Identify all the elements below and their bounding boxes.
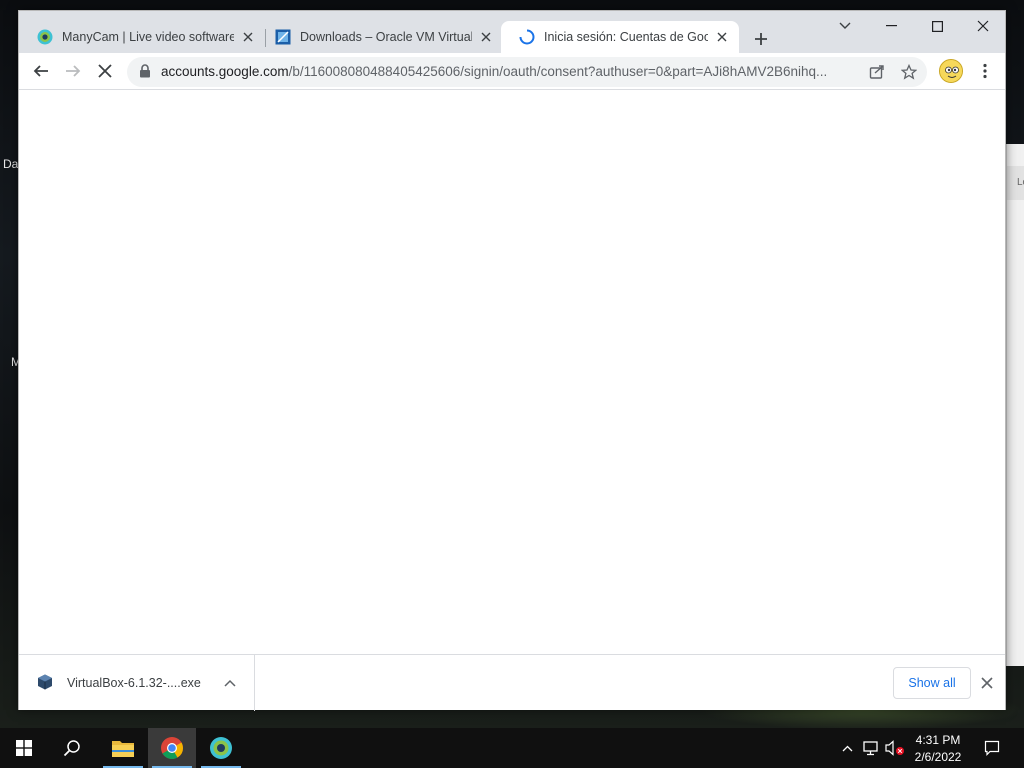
download-shelf: VirtualBox-6.1.32-....exe Show all — [19, 654, 1005, 711]
close-window-button[interactable] — [960, 11, 1006, 41]
back-button[interactable] — [27, 57, 55, 85]
tab-title: Downloads – Oracle VM VirtualBox — [300, 30, 472, 44]
address-bar[interactable]: accounts.google.com/b/116008080488405425… — [127, 57, 927, 87]
background-window[interactable]: Lo — [1006, 144, 1024, 666]
browser-toolbar: accounts.google.com/b/116008080488405425… — [19, 53, 1005, 90]
action-center-button[interactable] — [978, 728, 1006, 768]
manycam-icon — [37, 29, 53, 45]
close-download-shelf-button[interactable] — [977, 673, 997, 693]
notification-icon — [984, 740, 1000, 756]
download-filename: VirtualBox-6.1.32-....exe — [67, 676, 201, 690]
volume-muted-icon — [885, 740, 904, 756]
close-icon — [981, 677, 993, 689]
download-item[interactable]: VirtualBox-6.1.32-....exe — [19, 655, 255, 711]
page-content — [19, 91, 1005, 653]
maximize-icon — [931, 20, 943, 32]
virtualbox-icon — [37, 674, 53, 690]
stop-loading-button[interactable] — [91, 57, 119, 85]
network-icon — [863, 741, 878, 756]
volume-tray-icon[interactable] — [884, 728, 906, 768]
forward-button[interactable] — [59, 57, 87, 85]
profile-avatar[interactable] — [939, 59, 963, 83]
windows-logo-icon — [16, 740, 32, 756]
manycam-icon — [210, 737, 232, 759]
tab-title: Inicia sesión: Cuentas de Google — [544, 30, 708, 44]
tab-manycam[interactable]: ManyCam | Live video software & — [19, 21, 265, 53]
virtualbox-icon — [275, 29, 291, 45]
tab-strip: ManyCam | Live video software & Download… — [19, 11, 1005, 53]
close-tab-icon[interactable] — [714, 29, 730, 45]
chevron-down-icon — [839, 22, 851, 29]
taskbar-manycam[interactable] — [197, 728, 245, 768]
chevron-up-icon[interactable] — [221, 674, 239, 692]
show-all-downloads-button[interactable]: Show all — [893, 667, 971, 699]
chevron-up-icon — [842, 745, 852, 751]
system-clock[interactable]: 4:31 PM 2/6/2022 — [906, 730, 970, 766]
taskbar-chrome[interactable] — [148, 728, 196, 768]
minimize-icon — [885, 25, 897, 27]
bookmark-star-icon[interactable] — [897, 60, 921, 84]
search-button[interactable] — [48, 728, 96, 768]
close-tab-icon[interactable] — [240, 29, 256, 45]
new-tab-button[interactable] — [749, 27, 773, 51]
minimize-button[interactable] — [868, 11, 914, 41]
arrow-right-icon — [66, 65, 81, 77]
search-icon — [63, 740, 80, 757]
arrow-left-icon — [33, 65, 48, 77]
tab-virtualbox[interactable]: Downloads – Oracle VM VirtualBox — [257, 21, 503, 53]
tab-search-button[interactable] — [822, 11, 868, 41]
url-host: accounts.google.com — [161, 64, 289, 79]
close-icon — [98, 64, 112, 78]
taskbar: 4:31 PM 2/6/2022 — [0, 728, 1024, 768]
clock-time: 4:31 PM — [915, 733, 961, 747]
desktop-icon-label[interactable]: Da — [3, 157, 18, 171]
chrome-menu-button[interactable] — [971, 57, 999, 85]
close-tab-icon[interactable] — [478, 29, 494, 45]
close-icon — [977, 20, 989, 32]
chrome-icon — [161, 737, 183, 759]
tab-google-signin[interactable]: Inicia sesión: Cuentas de Google — [501, 21, 739, 53]
more-vert-icon — [983, 63, 987, 79]
background-window-text: Lo — [1017, 177, 1024, 188]
network-tray-icon[interactable] — [860, 728, 882, 768]
show-hidden-icons-button[interactable] — [838, 728, 856, 768]
maximize-button[interactable] — [914, 11, 960, 41]
chrome-window: ManyCam | Live video software & Download… — [18, 10, 1006, 711]
url-path: /b/116008080488405425606/signin/oauth/co… — [288, 64, 828, 79]
url-text[interactable]: accounts.google.com/b/116008080488405425… — [161, 64, 861, 79]
lock-icon[interactable] — [139, 64, 151, 83]
plus-icon — [755, 33, 767, 45]
loading-spinner-icon — [519, 29, 535, 45]
tab-title: ManyCam | Live video software & — [62, 30, 234, 44]
file-explorer-icon — [112, 741, 134, 757]
share-icon[interactable] — [865, 60, 889, 84]
clock-date: 2/6/2022 — [914, 750, 962, 764]
start-button[interactable] — [0, 728, 48, 768]
taskbar-file-explorer[interactable] — [99, 728, 147, 768]
